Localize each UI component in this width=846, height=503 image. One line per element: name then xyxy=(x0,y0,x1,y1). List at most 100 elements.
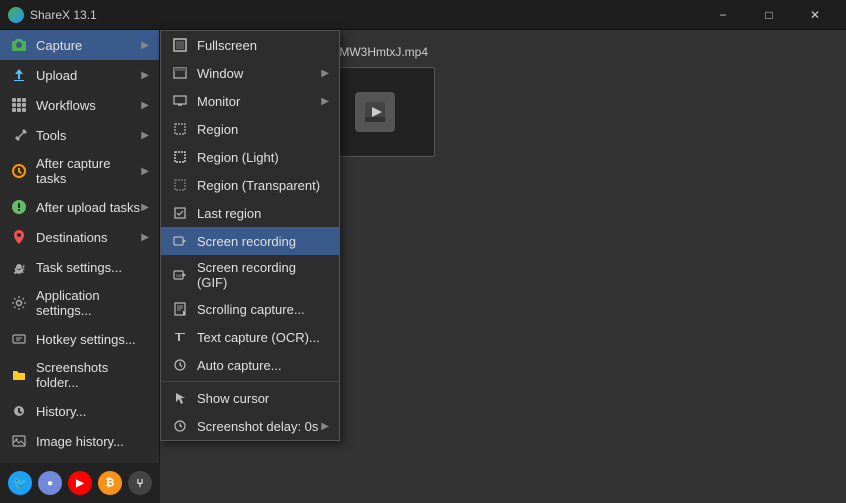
menu-show-cursor[interactable]: Show cursor xyxy=(161,384,339,412)
sidebar-item-task-settings-label: Task settings... xyxy=(36,260,122,275)
workflows-icon xyxy=(10,96,28,114)
sidebar-item-hotkey-settings[interactable]: Hotkey settings... xyxy=(0,324,159,354)
menu-monitor-label: Monitor xyxy=(197,94,240,109)
tools-arrow-icon: ▶ xyxy=(141,130,149,141)
sidebar-item-workflows[interactable]: Workflows ▶ xyxy=(0,90,159,120)
sidebar: Capture ▶ Upload ▶ Workflows ▶ xyxy=(0,30,160,503)
camera-icon xyxy=(10,36,28,54)
sidebar-item-image-history-label: Image history... xyxy=(36,434,124,449)
tools-icon xyxy=(10,126,28,144)
main-layout: Capture ▶ Upload ▶ Workflows ▶ xyxy=(0,30,846,503)
text-capture-icon xyxy=(171,328,189,346)
sidebar-item-capture-label: Capture xyxy=(36,38,82,53)
region-icon xyxy=(171,120,189,138)
sidebar-item-screenshots[interactable]: Screenshots folder... xyxy=(0,354,159,396)
menu-region-label: Region xyxy=(197,122,238,137)
menu-auto-capture[interactable]: Auto capture... xyxy=(161,351,339,379)
menu-screenshot-delay[interactable]: Screenshot delay: 0s ▶ xyxy=(161,412,339,440)
window-arrow-icon: ▶ xyxy=(321,68,329,79)
menu-screenshot-delay-label: Screenshot delay: 0s xyxy=(197,419,318,434)
folder-icon xyxy=(10,366,28,384)
minimize-button[interactable]: − xyxy=(700,0,746,30)
menu-scrolling-capture[interactable]: Scrolling capture... xyxy=(161,295,339,323)
maximize-button[interactable]: □ xyxy=(746,0,792,30)
menu-text-capture[interactable]: Text capture (OCR)... xyxy=(161,323,339,351)
twitter-icon[interactable]: 🐦 xyxy=(8,471,32,495)
close-button[interactable]: ✕ xyxy=(792,0,838,30)
github-icon[interactable]: ⑂ xyxy=(128,471,152,495)
region-transparent-icon xyxy=(171,176,189,194)
upload-arrow-icon: ▶ xyxy=(141,70,149,81)
after-upload-icon xyxy=(10,198,28,216)
menu-region-transparent-label: Region (Transparent) xyxy=(197,178,320,193)
sidebar-item-destinations-label: Destinations xyxy=(36,230,108,245)
region-light-icon xyxy=(171,148,189,166)
sidebar-item-image-history[interactable]: Image history... xyxy=(0,426,159,456)
menu-region-transparent[interactable]: Region (Transparent) xyxy=(161,171,339,199)
menu-last-region[interactable]: Last region xyxy=(161,199,339,227)
menu-window-label: Window xyxy=(197,66,243,81)
sidebar-item-task-settings[interactable]: Task settings... xyxy=(0,252,159,282)
svg-text:GIF: GIF xyxy=(176,273,183,278)
sidebar-item-app-settings-label: Application settings... xyxy=(36,288,149,318)
screen-recording-icon xyxy=(171,232,189,250)
sidebar-item-after-upload-label: After upload tasks xyxy=(36,200,140,215)
discord-icon[interactable]: ● xyxy=(38,471,62,495)
bitcoin-icon[interactable]: ₿ xyxy=(98,471,122,495)
after-capture-icon xyxy=(10,162,28,180)
hotkey-icon xyxy=(10,330,28,348)
menu-separator xyxy=(161,381,339,382)
menu-show-cursor-label: Show cursor xyxy=(197,391,269,406)
fullscreen-icon xyxy=(171,36,189,54)
scrolling-capture-icon xyxy=(171,300,189,318)
capture-arrow-icon: ▶ xyxy=(141,40,149,51)
sidebar-item-capture[interactable]: Capture ▶ xyxy=(0,30,159,60)
sidebar-item-history[interactable]: History... xyxy=(0,396,159,426)
menu-screen-recording[interactable]: Screen recording xyxy=(161,227,339,255)
title-bar-controls: − □ ✕ xyxy=(700,0,838,30)
sidebar-item-after-capture-label: After capture tasks xyxy=(36,156,141,186)
screenshot-delay-icon xyxy=(171,417,189,435)
menu-region-light[interactable]: Region (Light) xyxy=(161,143,339,171)
upload-icon xyxy=(10,66,28,84)
after-capture-arrow-icon: ▶ xyxy=(141,166,149,177)
menu-monitor[interactable]: Monitor ▶ xyxy=(161,87,339,115)
history-icon xyxy=(10,402,28,420)
last-region-icon xyxy=(171,204,189,222)
sidebar-item-upload[interactable]: Upload ▶ xyxy=(0,60,159,90)
sidebar-item-destinations[interactable]: Destinations ▶ xyxy=(0,222,159,252)
sidebar-item-app-settings[interactable]: Application settings... xyxy=(0,282,159,324)
window-icon xyxy=(171,64,189,82)
menu-region-light-label: Region (Light) xyxy=(197,150,279,165)
monitor-icon xyxy=(171,92,189,110)
task-settings-icon xyxy=(10,258,28,276)
sidebar-item-after-upload[interactable]: After upload tasks ▶ xyxy=(0,192,159,222)
menu-region[interactable]: Region xyxy=(161,115,339,143)
image-history-icon xyxy=(10,432,28,450)
sidebar-item-screenshots-label: Screenshots folder... xyxy=(36,360,149,390)
destinations-icon xyxy=(10,228,28,246)
auto-capture-icon xyxy=(171,356,189,374)
sidebar-item-workflows-label: Workflows xyxy=(36,98,96,113)
menu-auto-capture-label: Auto capture... xyxy=(197,358,282,373)
title-bar: ShareX 13.1 − □ ✕ xyxy=(0,0,846,30)
title-bar-title: ShareX 13.1 xyxy=(30,8,700,22)
sidebar-item-tools-label: Tools xyxy=(36,128,66,143)
youtube-icon[interactable]: ▶ xyxy=(68,471,92,495)
app-icon xyxy=(8,7,24,23)
menu-scrolling-capture-label: Scrolling capture... xyxy=(197,302,305,317)
screen-recording-gif-icon: GIF xyxy=(171,266,189,284)
menu-screen-recording-gif[interactable]: GIF Screen recording (GIF) xyxy=(161,255,339,295)
destinations-arrow-icon: ▶ xyxy=(141,232,149,243)
menu-window[interactable]: Window ▶ xyxy=(161,59,339,87)
menu-fullscreen[interactable]: Fullscreen xyxy=(161,31,339,59)
capture-dropdown: Fullscreen Window ▶ Monitor ▶ Region xyxy=(160,30,340,441)
sidebar-item-history-label: History... xyxy=(36,404,86,419)
sidebar-item-upload-label: Upload xyxy=(36,68,77,83)
sidebar-item-tools[interactable]: Tools ▶ xyxy=(0,120,159,150)
screenshot-delay-arrow-icon: ▶ xyxy=(321,421,329,432)
workflows-arrow-icon: ▶ xyxy=(141,100,149,111)
sidebar-item-after-capture[interactable]: After capture tasks ▶ xyxy=(0,150,159,192)
social-bar: 🐦 ● ▶ ₿ ⑂ xyxy=(0,463,160,503)
play-icon-2 xyxy=(355,92,395,132)
